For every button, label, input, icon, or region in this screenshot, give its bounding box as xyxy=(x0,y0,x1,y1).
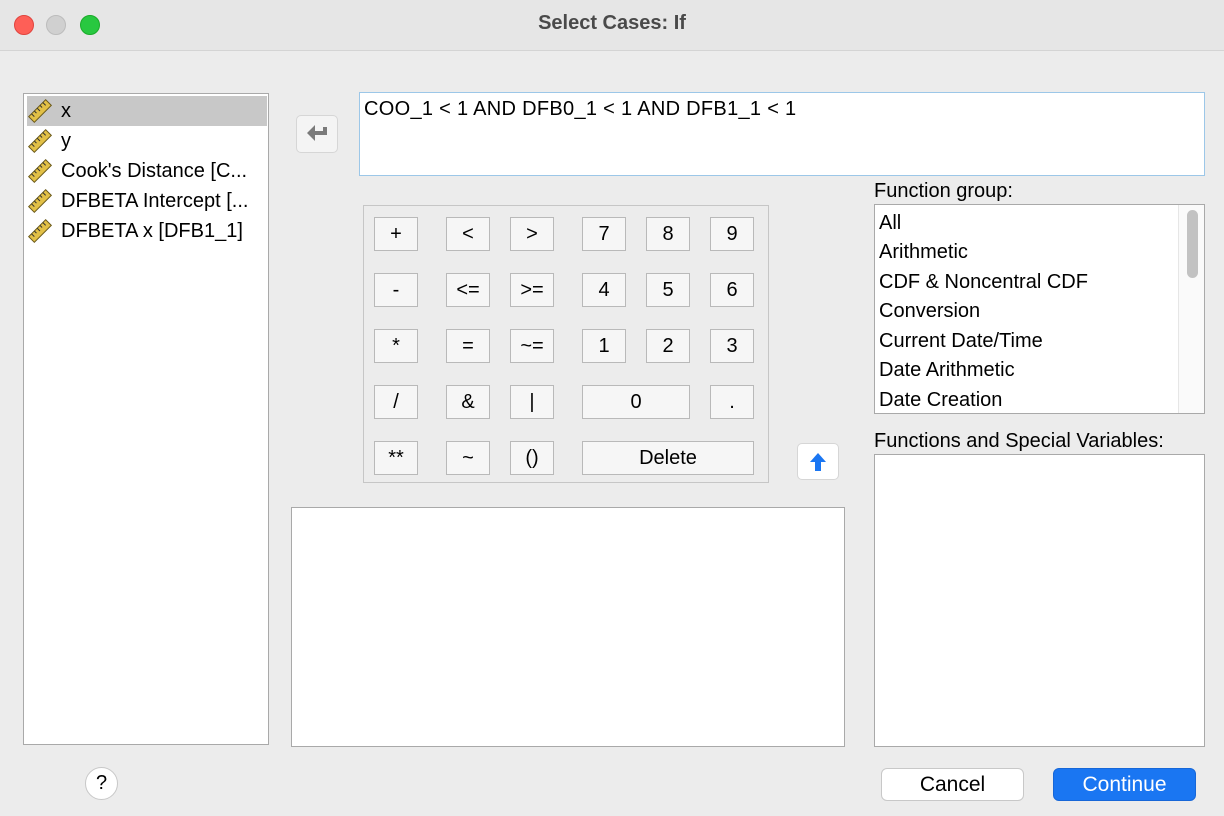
variable-list[interactable]: x y Cook's Distance [C... DFBETA Interce… xyxy=(23,93,269,745)
key-delete[interactable]: Delete xyxy=(582,441,754,475)
key-greater-equal[interactable]: >= xyxy=(510,273,554,307)
key-8[interactable]: 8 xyxy=(646,217,690,251)
numeric-expression-field[interactable]: COO_1 < 1 AND DFB0_1 < 1 AND DFB1_1 < 1 xyxy=(359,92,1205,176)
scale-variable-icon xyxy=(27,218,53,244)
key-7[interactable]: 7 xyxy=(582,217,626,251)
function-description-area xyxy=(291,507,845,747)
key-equals[interactable]: = xyxy=(446,329,490,363)
function-group-item[interactable]: CDF & Noncentral CDF xyxy=(879,268,1088,297)
key-not-equal[interactable]: ~= xyxy=(510,329,554,363)
function-group-item[interactable]: Current Date/Time xyxy=(879,327,1043,356)
cancel-button[interactable]: Cancel xyxy=(881,768,1024,801)
key-9[interactable]: 9 xyxy=(710,217,754,251)
key-5[interactable]: 5 xyxy=(646,273,690,307)
variable-item-x[interactable]: x xyxy=(27,96,267,126)
variable-label: DFBETA Intercept [... xyxy=(61,189,249,212)
key-or[interactable]: | xyxy=(510,385,554,419)
key-decimal[interactable]: . xyxy=(710,385,754,419)
help-button[interactable]: ? xyxy=(85,767,118,800)
key-greater-than[interactable]: > xyxy=(510,217,554,251)
variable-item-cooks-distance[interactable]: Cook's Distance [C... xyxy=(27,156,267,186)
functions-label: Functions and Special Variables: xyxy=(874,430,1164,452)
functions-list[interactable] xyxy=(874,454,1205,747)
continue-button[interactable]: Continue xyxy=(1053,768,1196,801)
function-group-label: Function group: xyxy=(874,180,1013,202)
function-group-item[interactable]: All xyxy=(879,209,901,238)
function-group-list[interactable]: All Arithmetic CDF & Noncentral CDF Conv… xyxy=(874,204,1205,414)
function-group-item[interactable]: Conversion xyxy=(879,297,980,326)
variable-label: y xyxy=(61,129,71,152)
function-group-scrollbar[interactable] xyxy=(1178,205,1204,413)
move-variable-button[interactable] xyxy=(296,115,338,153)
arrow-up-icon xyxy=(810,452,826,471)
scale-variable-icon xyxy=(27,158,53,184)
key-not[interactable]: ~ xyxy=(446,441,490,475)
key-6[interactable]: 6 xyxy=(710,273,754,307)
variable-item-dfbeta-intercept[interactable]: DFBETA Intercept [... xyxy=(27,186,267,216)
key-2[interactable]: 2 xyxy=(646,329,690,363)
key-3[interactable]: 3 xyxy=(710,329,754,363)
window-title: Select Cases: If xyxy=(538,12,686,34)
move-left-arrow-icon xyxy=(307,125,327,141)
function-group-item[interactable]: Arithmetic xyxy=(879,238,968,267)
key-plus[interactable]: + xyxy=(374,217,418,251)
variable-label: DFBETA x [DFB1_1] xyxy=(61,219,243,242)
key-1[interactable]: 1 xyxy=(582,329,626,363)
function-group-item[interactable]: Date Arithmetic xyxy=(879,356,1015,385)
insert-function-button[interactable] xyxy=(797,443,839,480)
scale-variable-icon xyxy=(27,128,53,154)
key-less-equal[interactable]: <= xyxy=(446,273,490,307)
variable-item-y[interactable]: y xyxy=(27,126,267,156)
key-power[interactable]: ** xyxy=(374,441,418,475)
variable-label: Cook's Distance [C... xyxy=(61,159,248,182)
key-multiply[interactable]: * xyxy=(374,329,418,363)
scrollbar-thumb[interactable] xyxy=(1187,210,1198,278)
key-0[interactable]: 0 xyxy=(582,385,690,419)
function-group-item[interactable]: Date Creation xyxy=(879,386,1002,413)
key-less-than[interactable]: < xyxy=(446,217,490,251)
key-minus[interactable]: - xyxy=(374,273,418,307)
title-bar: Select Cases: If xyxy=(0,0,1224,51)
variable-item-dfbeta-x[interactable]: DFBETA x [DFB1_1] xyxy=(27,216,267,246)
calculator-keypad: + < > 7 8 9 - <= >= 4 5 6 * = ~= 1 2 3 /… xyxy=(363,205,769,483)
key-divide[interactable]: / xyxy=(374,385,418,419)
variable-label: x xyxy=(61,99,71,122)
key-and[interactable]: & xyxy=(446,385,490,419)
key-4[interactable]: 4 xyxy=(582,273,626,307)
key-parentheses[interactable]: () xyxy=(510,441,554,475)
scale-variable-icon xyxy=(27,98,53,124)
scale-variable-icon xyxy=(27,188,53,214)
